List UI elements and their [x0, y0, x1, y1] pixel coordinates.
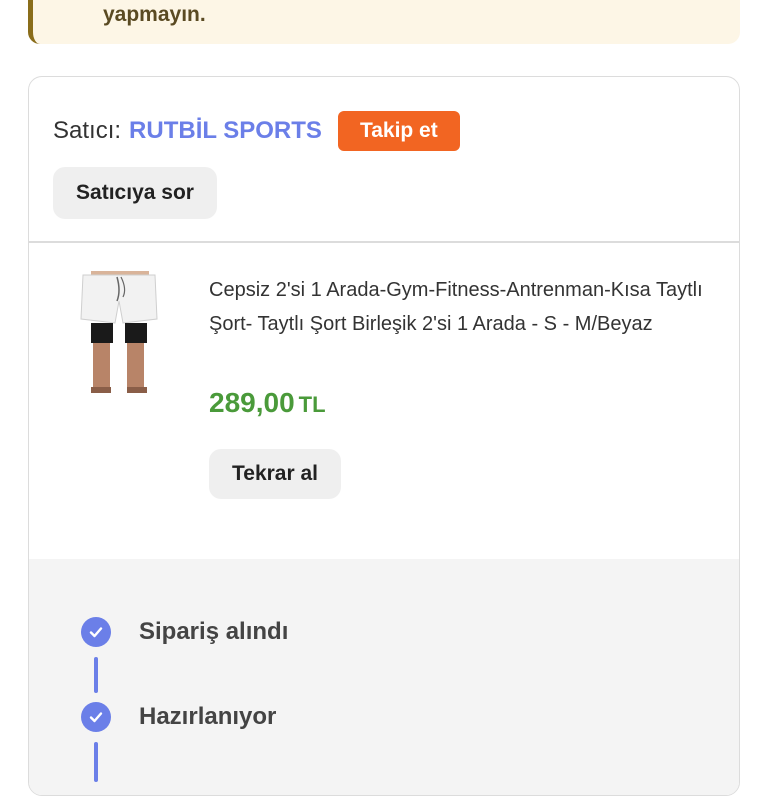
- check-icon: [81, 617, 111, 647]
- seller-name-link[interactable]: RUTBİL SPORTS: [129, 117, 322, 145]
- follow-button[interactable]: Takip et: [337, 111, 460, 151]
- step-connector: [94, 742, 98, 782]
- product-image[interactable]: [77, 271, 161, 393]
- check-icon: [81, 702, 111, 732]
- tracking-step: Sipariş alındı: [81, 617, 288, 647]
- tracking-step: Hazırlanıyor: [81, 702, 276, 732]
- price-currency: TL: [298, 392, 326, 417]
- warning-notice: yapmayın.: [28, 0, 740, 44]
- seller-prefix: Satıcı:: [53, 117, 122, 144]
- ask-seller-button[interactable]: Satıcıya sor: [53, 167, 217, 219]
- divider: [29, 241, 739, 243]
- order-tracking: Sipariş alındı Hazırlanıyor: [29, 559, 739, 795]
- price-value: 289,00: [209, 387, 295, 418]
- step-label: Sipariş alındı: [139, 618, 289, 645]
- product-title[interactable]: Cepsiz 2'si 1 Arada-Gym-Fitness-Antrenma…: [209, 273, 719, 341]
- step-connector: [94, 657, 98, 693]
- step-label: Hazırlanıyor: [139, 703, 277, 730]
- notice-text: yapmayın.: [103, 3, 206, 26]
- seller-row: Satıcı: RUTBİL SPORTS Takip et: [53, 111, 460, 151]
- product-price: 289,00 TL: [209, 387, 326, 419]
- order-card: Satıcı: RUTBİL SPORTS Takip et Satıcıya …: [28, 76, 740, 796]
- reorder-button[interactable]: Tekrar al: [209, 449, 341, 499]
